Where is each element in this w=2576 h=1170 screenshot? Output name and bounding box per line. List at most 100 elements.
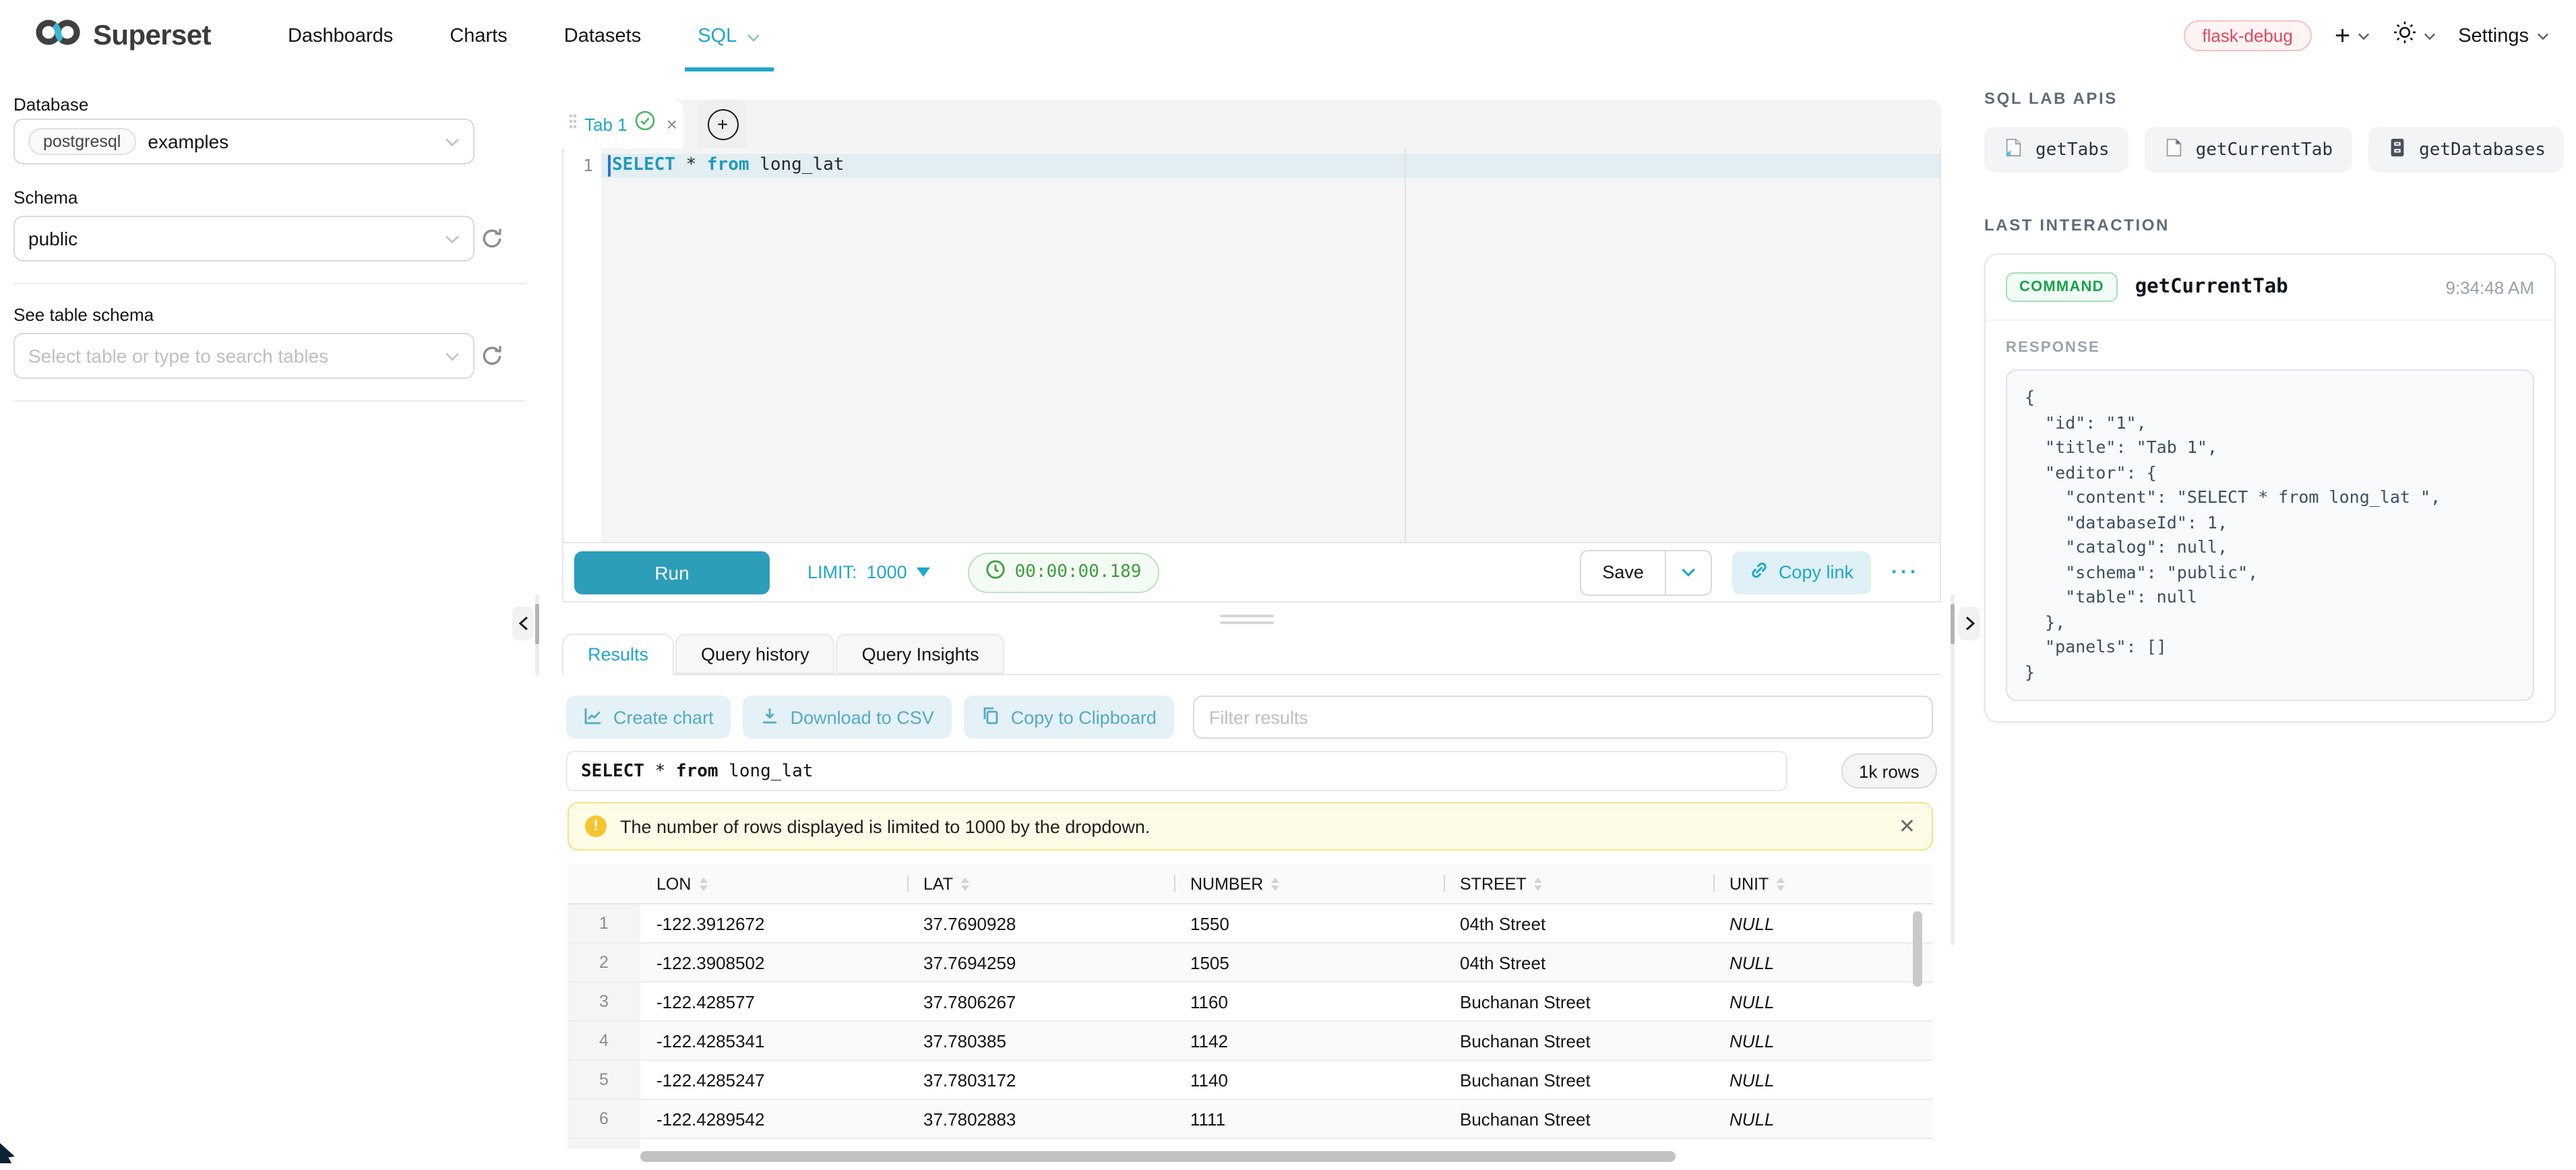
schema-select[interactable]: public xyxy=(13,216,474,261)
create-chart-button[interactable]: Create chart xyxy=(566,696,731,739)
sort-icon[interactable] xyxy=(961,877,969,890)
collapse-left-panel-button[interactable] xyxy=(512,607,534,640)
unit-cell: NULL xyxy=(1713,904,1910,942)
new-item-menu[interactable]: + xyxy=(2335,22,2369,49)
nav-item-sql-label: SQL xyxy=(698,25,737,47)
download-csv-button[interactable]: Download to CSV xyxy=(743,696,952,739)
check-circle-icon xyxy=(636,111,656,137)
table-row[interactable]: 6 -122.4289542 37.7802883 1111 Buchanan … xyxy=(568,1100,1933,1139)
save-dropdown-caret[interactable] xyxy=(1665,551,1711,594)
limit-dropdown[interactable]: LIMIT: 1000 xyxy=(807,562,930,582)
row-number-cell: 6 xyxy=(568,1100,640,1138)
theme-menu[interactable] xyxy=(2392,20,2435,51)
download-csv-label: Download to CSV xyxy=(791,707,934,727)
table-row[interactable]: 1 -122.3912672 37.7690928 1550 04th Stre… xyxy=(568,904,1933,944)
drag-handle-icon[interactable] xyxy=(568,112,576,136)
nav-item-datasets[interactable]: Datasets xyxy=(551,0,654,71)
results-actions: Create chart Download to CSV Copy to Cli… xyxy=(566,696,1933,739)
horizontal-split-handle[interactable] xyxy=(1220,615,1274,628)
more-actions-button[interactable]: ··· xyxy=(1891,561,1920,584)
timer-value: 00:00:00.189 xyxy=(1015,562,1142,582)
nav-item-sql[interactable]: SQL xyxy=(684,0,773,71)
row-number-cell: 4 xyxy=(568,1022,640,1059)
sort-icon[interactable] xyxy=(1271,877,1279,890)
tab-query-history[interactable]: Query history xyxy=(675,634,835,674)
database-select[interactable]: postgresql examples xyxy=(13,119,474,164)
street-cell: Buchanan Street xyxy=(1444,1022,1713,1059)
copy-clipboard-button[interactable]: Copy to Clipboard xyxy=(964,696,1174,739)
save-label: Save xyxy=(1581,551,1665,594)
sql-editor[interactable]: 1 SELECT * from long_lat xyxy=(562,148,1941,542)
api-panel-title: SQL LAB APIS xyxy=(1984,89,2118,108)
add-tab-button[interactable]: + xyxy=(698,100,747,148)
column-header-number[interactable]: NUMBER xyxy=(1174,864,1444,903)
copy-link-button[interactable]: Copy link xyxy=(1733,551,1871,594)
query-timer: 00:00:00.189 xyxy=(968,552,1159,592)
get-current-tab-button[interactable]: getCurrentTab xyxy=(2145,127,2352,173)
editor-tab-1[interactable]: Tab 1 × xyxy=(562,100,683,148)
table-row[interactable]: 4 -122.4285341 37.780385 1142 Buchanan S… xyxy=(568,1022,1933,1061)
number-cell: 1111 xyxy=(1174,1100,1444,1138)
run-button[interactable]: Run xyxy=(574,551,770,594)
command-timestamp: 9:34:48 AM xyxy=(2445,277,2534,297)
left-split-gutter[interactable] xyxy=(535,594,539,675)
vertical-scrollbar-thumb[interactable] xyxy=(1913,911,1922,987)
copy-icon xyxy=(981,706,1000,729)
tab-query-insights[interactable]: Query Insights xyxy=(836,634,1005,674)
column-header-lat[interactable]: LAT xyxy=(907,864,1174,903)
sql-keyword: from xyxy=(676,761,718,781)
chevron-down-icon xyxy=(445,226,460,251)
last-interaction-title: LAST INTERACTION xyxy=(1984,216,2170,235)
right-split-gutter[interactable] xyxy=(1951,594,1955,945)
sql-table-name: long_lat xyxy=(749,155,845,175)
row-number-cell: 1 xyxy=(568,904,640,942)
row-count-badge: 1k rows xyxy=(1841,753,1937,789)
table-row[interactable]: 5 -122.4285247 37.7803172 1140 Buchanan … xyxy=(568,1061,1933,1100)
expand-right-panel-button[interactable] xyxy=(1959,607,1980,640)
navbar: Superset Dashboards Charts Datasets SQL … xyxy=(0,0,2576,71)
link-icon xyxy=(1750,561,1769,584)
plus-icon: + xyxy=(2335,22,2350,49)
get-databases-button[interactable]: getDatabases xyxy=(2368,127,2565,173)
horizontal-scrollbar[interactable] xyxy=(568,1148,1933,1165)
save-button[interactable]: Save xyxy=(1579,549,1713,595)
column-header-street[interactable]: STREET xyxy=(1444,864,1713,903)
settings-menu[interactable]: Settings xyxy=(2458,25,2549,47)
unit-cell: NULL xyxy=(1713,944,1910,981)
response-label: RESPONSE xyxy=(2006,340,2534,356)
warning-text: The number of rows displayed is limited … xyxy=(620,816,1150,836)
warning-icon: ! xyxy=(585,815,607,837)
table-row[interactable]: 3 -122.428577 37.7806267 1160 Buchanan S… xyxy=(568,983,1933,1022)
sort-icon[interactable] xyxy=(1535,877,1543,890)
street-cell: 04th Street xyxy=(1444,944,1713,981)
copy-clipboard-label: Copy to Clipboard xyxy=(1011,707,1157,727)
table-select[interactable]: Select table or type to search tables xyxy=(13,333,474,379)
filter-results-input[interactable] xyxy=(1193,696,1933,739)
street-cell: Buchanan Street xyxy=(1444,1061,1713,1099)
refresh-tables-icon[interactable] xyxy=(480,344,504,368)
lat-cell: 37.7694259 xyxy=(907,944,1174,981)
table-schema-label: See table schema xyxy=(13,305,472,325)
sql-keyword: from xyxy=(707,155,749,175)
sort-icon[interactable] xyxy=(1777,877,1785,890)
column-header-unit[interactable]: UNIT xyxy=(1713,864,1910,903)
close-warning-icon[interactable]: ✕ xyxy=(1899,814,1915,838)
column-label: UNIT xyxy=(1729,874,1769,893)
street-cell: Buchanan Street xyxy=(1444,983,1713,1020)
column-header-lon[interactable]: LON xyxy=(640,864,907,903)
tab-results[interactable]: Results xyxy=(562,634,674,675)
close-tab-icon[interactable]: × xyxy=(667,113,677,135)
superset-logo[interactable]: Superset xyxy=(35,16,211,55)
row-number-cell: 3 xyxy=(568,983,640,1020)
nav-item-dashboards[interactable]: Dashboards xyxy=(274,0,406,71)
table-row[interactable]: 2 -122.3908502 37.7694259 1505 04th Stre… xyxy=(568,944,1933,983)
chevron-down-icon xyxy=(2423,32,2435,40)
navbar-right: flask-debug + Settings xyxy=(2183,20,2576,51)
refresh-schemas-icon[interactable] xyxy=(480,226,504,251)
sun-icon xyxy=(2392,20,2416,51)
nav-item-charts[interactable]: Charts xyxy=(436,0,520,71)
database-type-tag: postgresql xyxy=(28,128,135,155)
sort-icon[interactable] xyxy=(699,877,707,890)
get-tabs-button[interactable]: getTabs xyxy=(1984,127,2128,173)
create-chart-label: Create chart xyxy=(613,707,714,727)
